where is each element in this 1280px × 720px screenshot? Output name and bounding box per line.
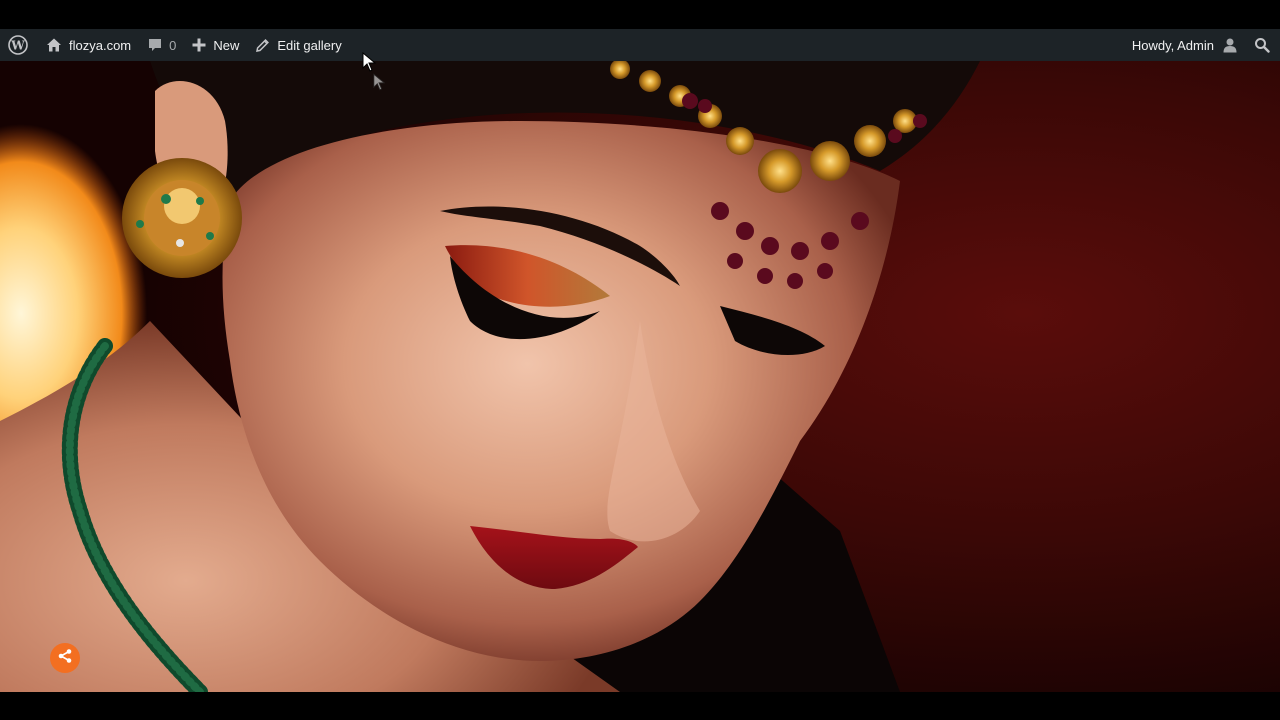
admin-bar-left: W flozya.com 0 New Edit gallery xyxy=(0,29,350,61)
admin-bar: W flozya.com 0 New Edit gallery Howdy, A… xyxy=(0,29,1280,61)
site-name-label: flozya.com xyxy=(69,37,132,53)
wordpress-logo-icon: W xyxy=(8,35,28,55)
letterbox-bottom xyxy=(0,692,1280,720)
home-icon xyxy=(46,37,62,53)
comments-count: 0 xyxy=(169,37,177,53)
site-name-menu[interactable]: flozya.com xyxy=(36,29,139,61)
comment-bubble-icon xyxy=(147,37,163,53)
search-button[interactable] xyxy=(1246,29,1280,61)
gallery-hero-image[interactable] xyxy=(0,61,1280,692)
wordpress-logo-menu[interactable]: W xyxy=(0,29,36,61)
search-icon xyxy=(1254,37,1270,53)
user-avatar-icon xyxy=(1222,37,1238,53)
plus-icon xyxy=(192,38,206,52)
admin-bar-right: Howdy, Admin xyxy=(1124,29,1280,61)
share-button[interactable] xyxy=(50,643,80,673)
greeting-label: Howdy, Admin xyxy=(1131,37,1214,53)
new-content-menu[interactable]: New xyxy=(184,29,247,61)
comments-menu[interactable]: 0 xyxy=(139,29,184,61)
share-icon xyxy=(57,648,73,669)
new-label: New xyxy=(213,37,240,53)
mouse-cursor-shadow-icon xyxy=(373,73,385,91)
edit-gallery-link[interactable]: Edit gallery xyxy=(247,29,349,61)
letterbox-top xyxy=(0,0,1280,28)
pencil-icon xyxy=(255,38,270,53)
portrait-photo xyxy=(0,61,1280,692)
screen-frame: W flozya.com 0 New Edit gallery Howdy, A… xyxy=(0,0,1280,720)
svg-text:W: W xyxy=(10,39,25,53)
edit-gallery-label: Edit gallery xyxy=(277,37,342,53)
my-account-menu[interactable]: Howdy, Admin xyxy=(1124,29,1246,61)
mouse-cursor-icon xyxy=(362,52,376,72)
